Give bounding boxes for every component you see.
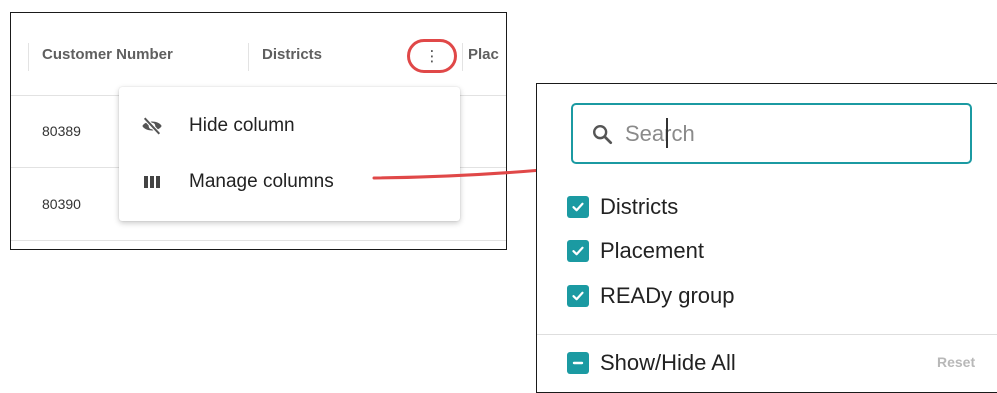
column-option-ready-group[interactable]: READy group — [567, 282, 735, 310]
checkbox-checked[interactable] — [567, 196, 589, 218]
table-header: Customer Number Districts ⋮ Plac — [11, 13, 506, 96]
column-header-placement[interactable]: Plac — [468, 46, 499, 63]
manage-columns-panel: Districts Placement READy group Show/Hid… — [536, 83, 997, 393]
customer-number-cell: 80390 — [42, 196, 81, 212]
column-header-districts[interactable]: Districts — [262, 46, 322, 63]
text-cursor — [666, 118, 668, 148]
column-option-placement[interactable]: Placement — [567, 237, 704, 265]
column-menu: Hide column Manage columns — [119, 87, 460, 221]
column-menu-button[interactable]: ⋮ — [407, 39, 457, 73]
menu-item-label: Hide column — [189, 115, 295, 136]
column-header-customer-number[interactable]: Customer Number — [42, 46, 173, 63]
checkbox-checked[interactable] — [567, 240, 589, 262]
columns-icon — [141, 171, 163, 193]
column-option-districts[interactable]: Districts — [567, 193, 678, 221]
checkmark-icon — [572, 202, 584, 212]
menu-item-label: Manage columns — [189, 171, 334, 192]
show-hide-all-label: Show/Hide All — [600, 350, 736, 375]
eye-off-icon — [141, 115, 163, 137]
search-input[interactable] — [623, 119, 947, 148]
checkmark-icon — [572, 246, 584, 256]
panel-divider — [537, 334, 997, 335]
hide-column-menu-item[interactable]: Hide column — [119, 98, 460, 154]
data-table-panel: Customer Number Districts ⋮ Plac 80389 8… — [10, 12, 507, 250]
show-hide-all-toggle[interactable]: Show/Hide All — [567, 349, 736, 377]
reset-button[interactable]: Reset — [937, 354, 975, 370]
checkbox-indeterminate[interactable] — [567, 352, 589, 374]
checkmark-icon — [572, 291, 584, 301]
column-separator[interactable] — [248, 43, 249, 71]
column-option-label: READy group — [600, 283, 735, 308]
search-field[interactable] — [571, 103, 972, 164]
column-option-label: Placement — [600, 238, 704, 263]
customer-number-cell: 80389 — [42, 123, 81, 139]
column-option-label: Districts — [600, 194, 679, 219]
search-icon — [591, 122, 615, 146]
kebab-icon: ⋮ — [424, 47, 440, 65]
annotation-arrow — [372, 162, 554, 180]
column-separator[interactable] — [462, 43, 463, 71]
column-separator[interactable] — [28, 43, 29, 71]
checkbox-checked[interactable] — [567, 285, 589, 307]
minus-icon — [572, 361, 584, 365]
